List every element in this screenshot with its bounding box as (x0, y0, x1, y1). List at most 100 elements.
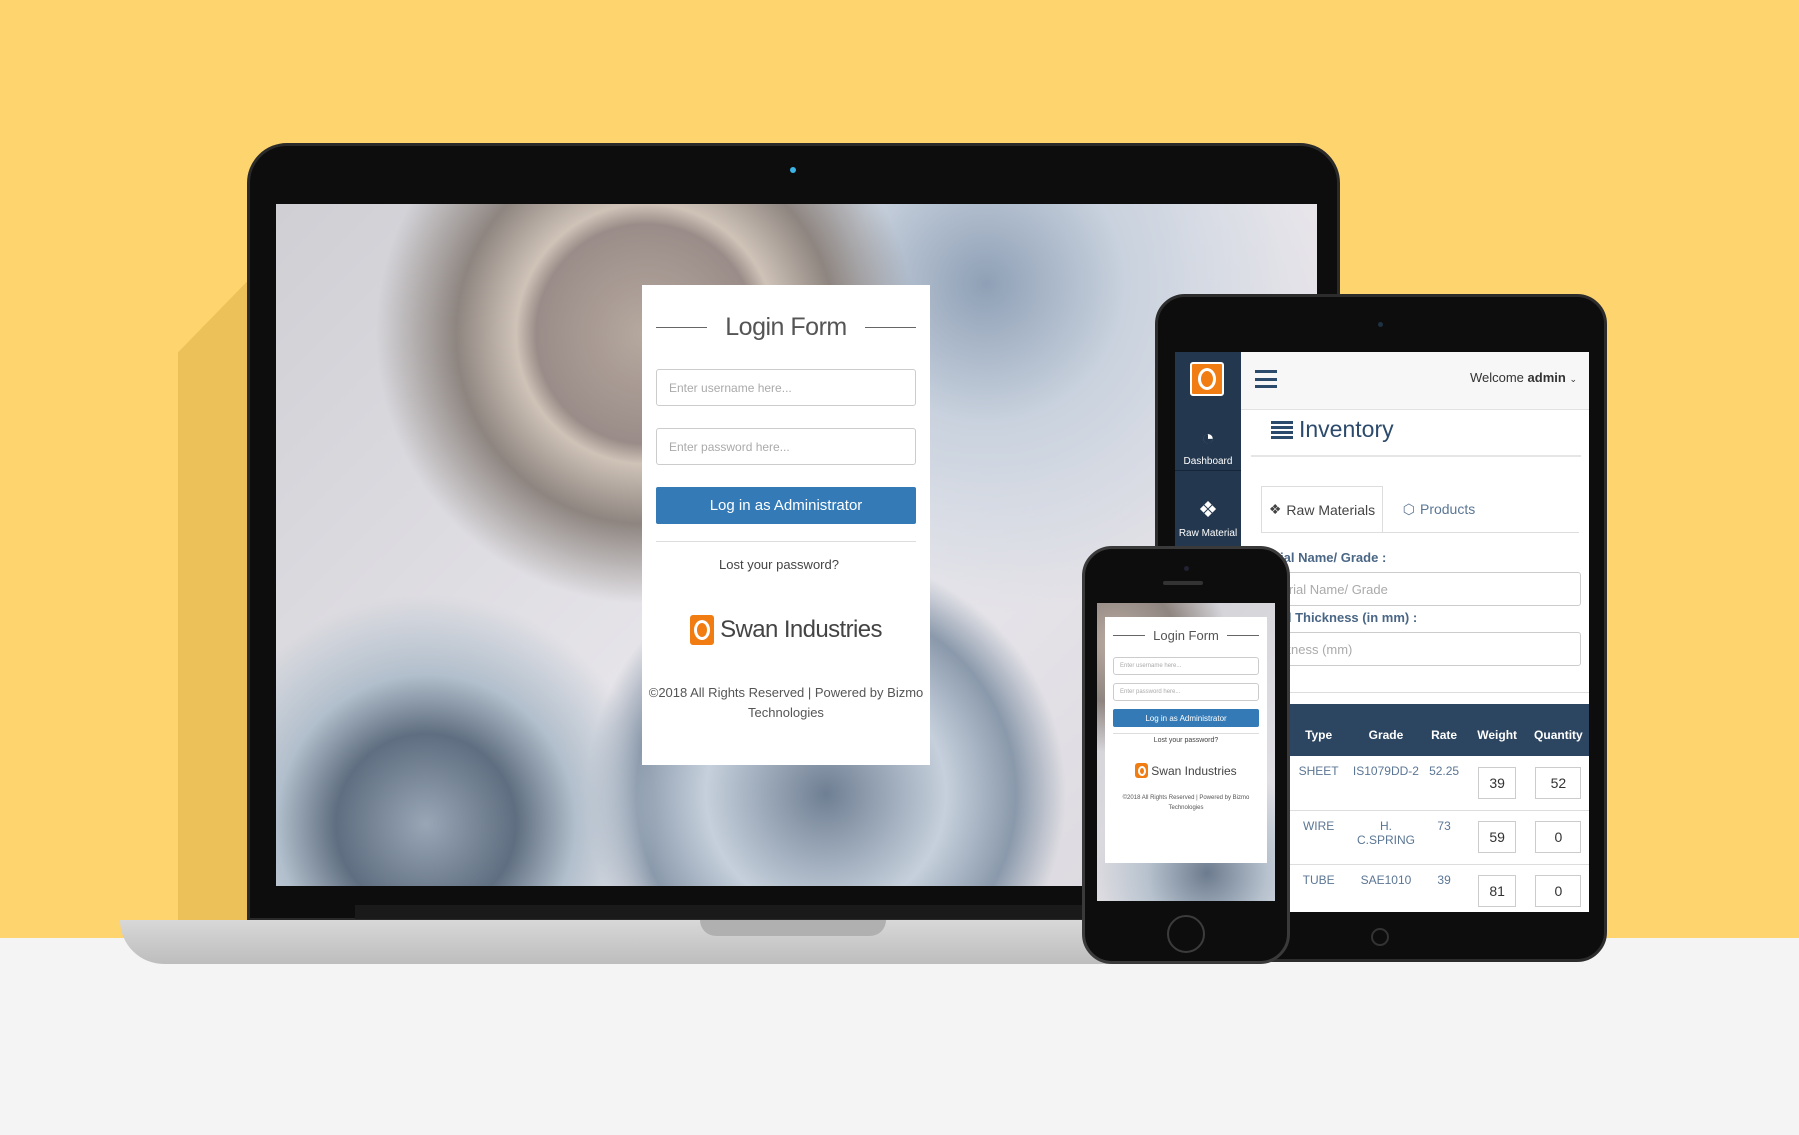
sidebar-logo-icon[interactable] (1190, 362, 1224, 396)
divider (656, 326, 708, 328)
laptop-camera (790, 167, 796, 173)
field2-label: ial Thickness (in mm) : (1277, 610, 1418, 625)
username-placeholder: Enter username here... (669, 380, 792, 395)
login-form-title: Login Form (1153, 627, 1219, 643)
table-row: SHEET IS1079DD-2 52.25 39 52 (1287, 756, 1589, 810)
cube-icon: ⬡ (1402, 500, 1415, 517)
background-floor (0, 938, 1799, 1135)
tablet-camera (1378, 322, 1383, 327)
cell-rate: 39 (1437, 872, 1451, 887)
table-header-row: Type Grade Rate Weight Quantity (1287, 704, 1589, 756)
sidebar-item-label: Raw Material (1178, 528, 1238, 539)
divider (656, 541, 916, 542)
laptop-notch (700, 920, 886, 936)
password-placeholder: Enter password here... (1120, 689, 1181, 695)
user-menu[interactable]: Welcome admin ⌄ (1470, 370, 1577, 385)
divider (1251, 692, 1589, 693)
divider (1261, 532, 1579, 533)
cell-type: TUBE (1302, 872, 1335, 887)
login-form-header: Login Form (1113, 627, 1259, 643)
cell-rate: 52.25 (1429, 764, 1460, 778)
copyright-line1: ©2018 All Rights Reserved | Powered by B… (1122, 795, 1250, 801)
weight-input[interactable]: 59 (1478, 821, 1517, 853)
column-header-quantity: Quantity (1534, 728, 1583, 742)
tab-raw-materials[interactable]: ❖ Raw Materials (1261, 486, 1383, 532)
thickness-input[interactable]: ckness (mm) (1265, 632, 1581, 666)
lost-password-link[interactable]: Lost your password? (642, 557, 916, 572)
hamburger-menu-icon[interactable] (1255, 370, 1277, 388)
column-header-rate: Rate (1431, 728, 1458, 742)
password-input[interactable]: Enter password here... (1113, 683, 1259, 701)
page-title-text: Inventory (1299, 416, 1394, 442)
copyright-line2: Technologies (1168, 805, 1204, 811)
divider (1113, 733, 1259, 734)
material-name-placeholder: terial Name/ Grade (1278, 581, 1388, 597)
copyright-line1: ©2018 All Rights Reserved | Powered by B… (648, 685, 924, 700)
password-input[interactable]: Enter password here... (656, 428, 916, 465)
copyright: ©2018 All Rights Reserved | Powered by B… (1105, 793, 1267, 813)
username-placeholder: Enter username here... (1120, 663, 1182, 669)
brand-logo-icon (690, 615, 715, 645)
weight-input[interactable]: 39 (1478, 766, 1517, 799)
lost-password-link[interactable]: Lost your password? (1105, 737, 1267, 744)
divider (1226, 634, 1259, 636)
cell-type: SHEET (1298, 764, 1339, 778)
divider (1251, 455, 1581, 457)
laptop-hinge (355, 905, 1115, 919)
cell-grade: H. C.SPRING (1356, 818, 1415, 847)
top-bar: Welcome admin ⌄ (1241, 352, 1589, 410)
sidebar-item-dashboard[interactable]: ◔ Dashboard (1175, 425, 1241, 468)
sidebar-item-raw-material[interactable]: ❖ Raw Material (1175, 497, 1241, 540)
copyright: ©2018 All Rights Reserved | Powered by B… (642, 683, 930, 723)
column-header-type: Type (1305, 728, 1333, 742)
phone-home-button (1167, 915, 1205, 953)
table-row: TUBE SAE1010 39 81 0 (1287, 864, 1589, 912)
copyright-line2: Technologies (748, 705, 824, 720)
inventory-table: Type Grade Rate Weight Quantity SHEET IS… (1287, 704, 1589, 912)
username-input[interactable]: Enter username here... (656, 369, 916, 406)
column-header-grade: Grade (1368, 728, 1404, 742)
welcome-text: Welcome (1469, 370, 1524, 385)
list-icon (1271, 420, 1293, 439)
quantity-input[interactable]: 0 (1535, 875, 1582, 908)
login-button[interactable]: Log in as Administrator (1113, 709, 1259, 727)
dashboard-icon: ◔ (1201, 425, 1215, 450)
password-placeholder: Enter password here... (669, 439, 790, 454)
weight-input[interactable]: 81 (1478, 875, 1517, 908)
brand-name: Swan Industries (720, 616, 882, 643)
mobile-login-card: Login Form Enter username here... Enter … (1105, 617, 1267, 863)
divider (864, 326, 917, 328)
cell-grade: IS1079DD-2 (1352, 764, 1419, 778)
brand: Swan Industries (1105, 763, 1267, 778)
login-form-header: Login Form (656, 309, 917, 345)
tablet-home-button (1371, 928, 1389, 946)
login-card: Login Form Enter username here... Enter … (642, 285, 930, 765)
table-row: WIRE H. C.SPRING 73 59 0 (1287, 810, 1589, 864)
tab-products[interactable]: ⬡ Products (1389, 486, 1489, 532)
brand-name: Swan Industries (1151, 763, 1237, 778)
cubes-icon: ❖ (1198, 497, 1218, 522)
cell-grade: SAE1010 (1360, 872, 1412, 887)
quantity-input[interactable]: 0 (1535, 821, 1582, 853)
divider (1175, 470, 1241, 471)
tab-label: Products (1419, 501, 1476, 517)
login-form-title: Login Form (725, 312, 847, 341)
tab-label: Raw Materials (1286, 501, 1376, 518)
chevron-down-icon: ⌄ (1569, 374, 1577, 384)
phone-speaker (1163, 581, 1203, 585)
brand: Swan Industries (642, 615, 930, 645)
material-name-input[interactable]: terial Name/ Grade (1265, 572, 1581, 606)
page-title: Inventory (1271, 416, 1394, 443)
cell-rate: 73 (1437, 818, 1451, 833)
quantity-input[interactable]: 52 (1535, 766, 1582, 799)
cubes-icon: ❖ (1268, 501, 1282, 517)
phone-screen: Login Form Enter username here... Enter … (1097, 603, 1275, 901)
phone-camera (1184, 566, 1189, 571)
cell-type: WIRE (1302, 818, 1335, 833)
username: admin (1527, 370, 1566, 385)
username-input[interactable]: Enter username here... (1113, 657, 1259, 675)
divider (1113, 634, 1146, 636)
sidebar-item-label: Dashboard (1183, 456, 1233, 467)
brand-logo-icon (1135, 763, 1149, 778)
login-button[interactable]: Log in as Administrator (656, 487, 916, 524)
